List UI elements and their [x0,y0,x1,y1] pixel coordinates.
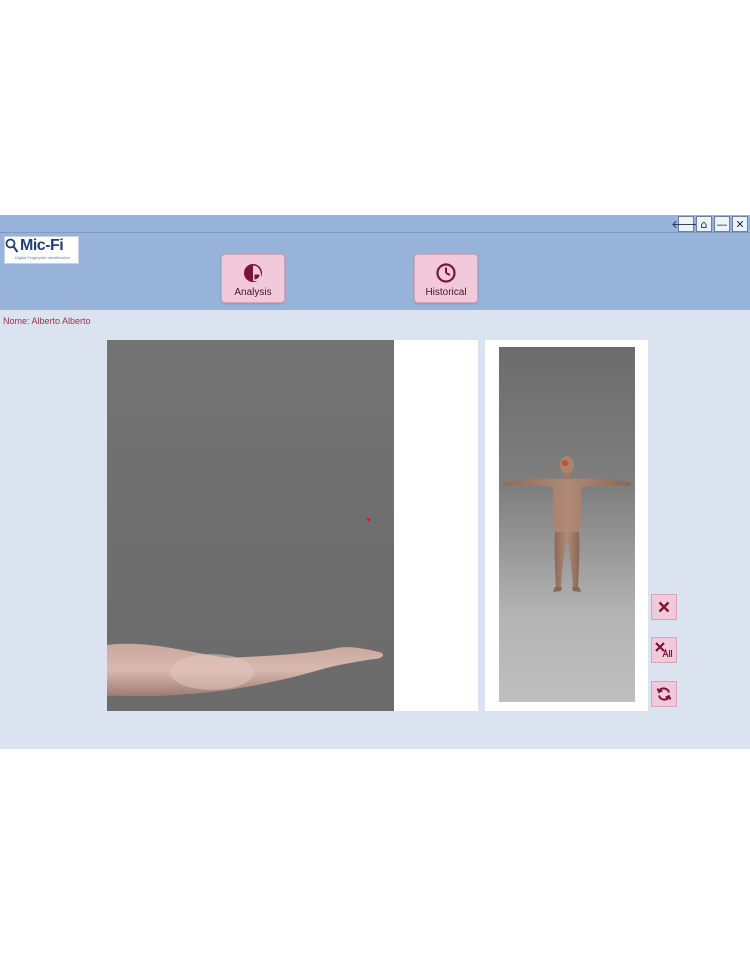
home-button[interactable]: ⌂ [696,216,712,232]
selected-point-marker[interactable] [367,518,370,521]
app-logo: Mic-Fi Digital Fingerprint Identificatio… [4,236,79,264]
analysis-label: Analysis [234,287,272,298]
refresh-icon [656,687,672,701]
side-panel [394,340,478,711]
delete-point-button[interactable] [651,594,677,620]
minimize-button[interactable]: — [714,216,730,232]
x-icon [658,601,670,613]
user-name-label: Nome: Alberto Alberto [3,316,91,326]
close-icon: ✕ [735,217,745,231]
close-button[interactable]: ✕ [732,216,748,232]
minimize-icon: — [716,217,728,231]
body-model-viewport[interactable] [499,347,635,702]
back-button[interactable]: 🡐 [671,216,701,232]
logo-text: Mic-Fi [20,237,64,254]
historical-label: Historical [425,287,467,298]
historical-button[interactable]: Historical [414,254,478,303]
analysis-button[interactable]: Analysis [221,254,285,303]
header-bar: 🡐 ⌂ — ✕ Mic-Fi Digital Fingerprint Ident… [0,215,750,310]
x-all-icon [655,642,673,658]
hand-closeup-image [107,643,384,697]
titlebar-divider [0,232,750,233]
delete-all-button[interactable] [651,637,677,663]
model-panel [485,340,648,711]
pie-chart-icon [244,264,262,282]
clock-icon [436,263,456,283]
magnifier-icon [5,238,19,253]
home-icon: ⌂ [700,217,708,231]
app-window: 🡐 ⌂ — ✕ Mic-Fi Digital Fingerprint Ident… [0,215,750,749]
logo-subtitle: Digital Fingerprint Identification [15,255,70,260]
refresh-button[interactable] [651,681,677,707]
zoom-viewport[interactable] [107,340,394,711]
human-body-model-image [503,456,631,592]
window-controls: 🡐 ⌂ — ✕ [671,216,748,232]
